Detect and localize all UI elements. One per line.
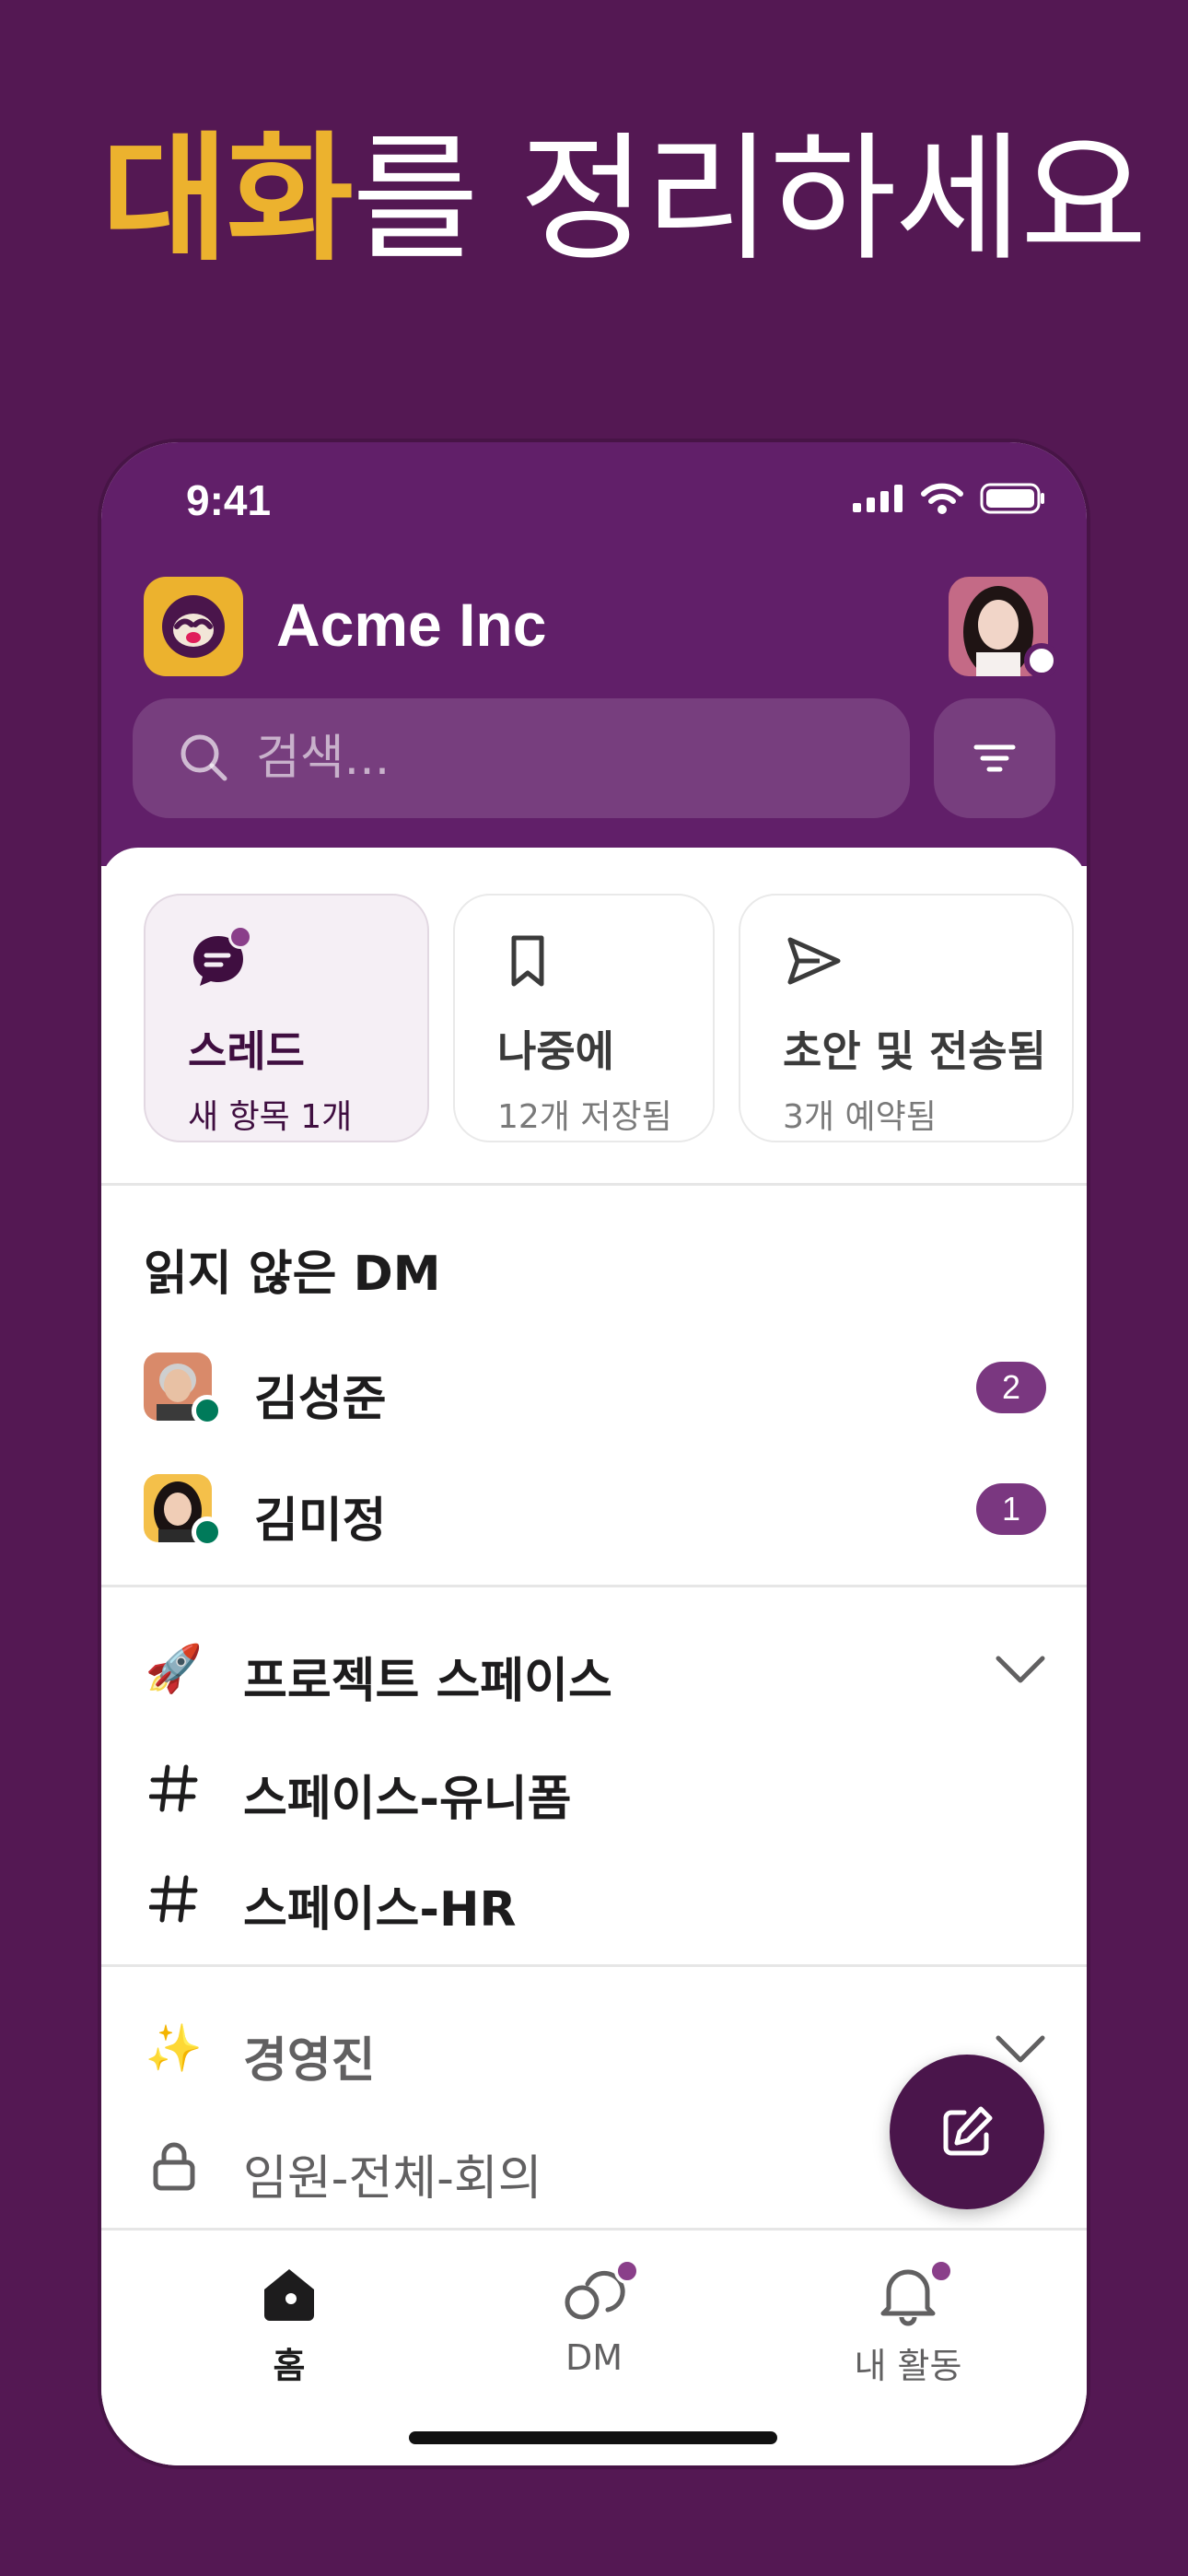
dm-name: 김성준	[254, 1372, 387, 1427]
hash-icon	[144, 1758, 204, 1819]
send-icon	[787, 937, 841, 985]
dm-icon	[502, 2253, 686, 2336]
search-bar[interactable]	[133, 698, 910, 818]
card-title: 스레드	[188, 1026, 305, 1076]
tab-label: 내 활동	[854, 2346, 962, 2386]
tab-activity[interactable]: 내 활동	[816, 2253, 1000, 2388]
headline: 대화를 정리하세요	[101, 88, 1147, 287]
channel-name: 스페이스-HR	[243, 1882, 517, 1938]
rocket-emoji-icon: 🚀	[145, 1642, 204, 1694]
channel-name: 스페이스-유니폼	[243, 1772, 572, 1827]
tab-dm[interactable]: DM	[502, 2253, 686, 2378]
user-presence-dot	[1024, 643, 1059, 678]
home-indicator	[409, 2431, 777, 2444]
dm-row[interactable]: 김성준 2	[101, 1352, 1087, 1454]
card-title: 초안 및 전송됨	[783, 1026, 1046, 1076]
signal-icon	[853, 485, 903, 512]
tab-label: DM	[565, 2337, 623, 2378]
wifi-icon	[921, 483, 963, 514]
bookmark-icon	[511, 935, 544, 987]
channel-row[interactable]: 스페이스-HR	[101, 1852, 1087, 1953]
sparkles-emoji-icon: ✨	[145, 2021, 204, 2074]
section-title: 경영진	[243, 2033, 376, 2089]
card-subtitle: 새 항목 1개	[188, 1098, 353, 1136]
phone-frame: 9:41 Acme Inc 검색... 스레드 새 항목 1개 나중에 12개 …	[101, 442, 1087, 2465]
divider	[101, 1585, 1087, 1587]
filter-icon	[973, 744, 1016, 772]
card-subtitle: 12개 저장됨	[497, 1098, 672, 1136]
divider	[101, 1964, 1087, 1967]
channel-row[interactable]: 스페이스-유니폼	[101, 1741, 1087, 1843]
filter-button[interactable]	[934, 698, 1055, 818]
home-icon	[197, 2253, 381, 2336]
dm-row[interactable]: 김미정 1	[101, 1474, 1087, 1575]
chevron-down-icon[interactable]	[995, 1653, 1046, 1686]
section-title: 프로젝트 스페이스	[243, 1654, 612, 1709]
compose-button[interactable]	[890, 2055, 1044, 2209]
headline-accent: 대화	[101, 120, 354, 280]
section-header-projects[interactable]: 🚀 프로젝트 스페이스	[101, 1622, 1087, 1723]
unread-dm-title: 읽지 않은 DM	[144, 1247, 441, 1302]
unread-count-badge: 2	[976, 1362, 1046, 1413]
workspace-logo[interactable]	[144, 577, 243, 676]
headline-rest: 를 정리하세요	[352, 120, 1147, 280]
online-status-dot	[192, 1516, 223, 1548]
card-drafts-sent[interactable]: 초안 및 전송됨 3개 예약됨	[739, 894, 1074, 1142]
card-threads[interactable]: 스레드 새 항목 1개	[144, 894, 429, 1142]
sloth-logo-icon	[162, 595, 225, 658]
online-status-dot	[192, 1395, 223, 1426]
chevron-down-icon[interactable]	[995, 2032, 1046, 2066]
compose-icon	[943, 2106, 993, 2156]
card-later[interactable]: 나중에 12개 저장됨	[453, 894, 715, 1142]
activity-unread-dot	[928, 2258, 954, 2284]
status-icons	[853, 483, 1046, 514]
dm-unread-dot	[614, 2258, 640, 2284]
card-subtitle: 3개 예약됨	[783, 1098, 937, 1136]
workspace-name[interactable]: Acme Inc	[276, 590, 546, 660]
search-input[interactable]	[254, 730, 810, 787]
unread-count-badge: 1	[976, 1483, 1046, 1535]
home-sheet: 스레드 새 항목 1개 나중에 12개 저장됨 초안 및 전송됨 3개 예약됨	[101, 848, 1087, 2465]
top-bar: 9:41 Acme Inc 검색...	[101, 442, 1087, 866]
search-icon	[179, 732, 230, 784]
lock-icon	[144, 2136, 204, 2196]
card-title: 나중에	[497, 1026, 614, 1076]
channel-name: 임원-전체-회의	[243, 2151, 542, 2207]
bottom-tab-bar: 홈 DM 내 활동	[101, 2228, 1087, 2465]
status-time: 9:41	[186, 476, 272, 524]
threads-unread-dot	[228, 925, 252, 949]
shortcut-cards: 스레드 새 항목 1개 나중에 12개 저장됨 초안 및 전송됨 3개 예약됨	[144, 894, 1074, 1142]
divider	[101, 1183, 1087, 1186]
battery-icon	[980, 483, 1044, 514]
tab-home[interactable]: 홈	[197, 2253, 381, 2388]
hash-icon	[144, 1868, 204, 1929]
dm-name: 김미정	[254, 1493, 387, 1549]
tab-label: 홈	[273, 2346, 306, 2386]
bell-icon	[816, 2253, 1000, 2336]
